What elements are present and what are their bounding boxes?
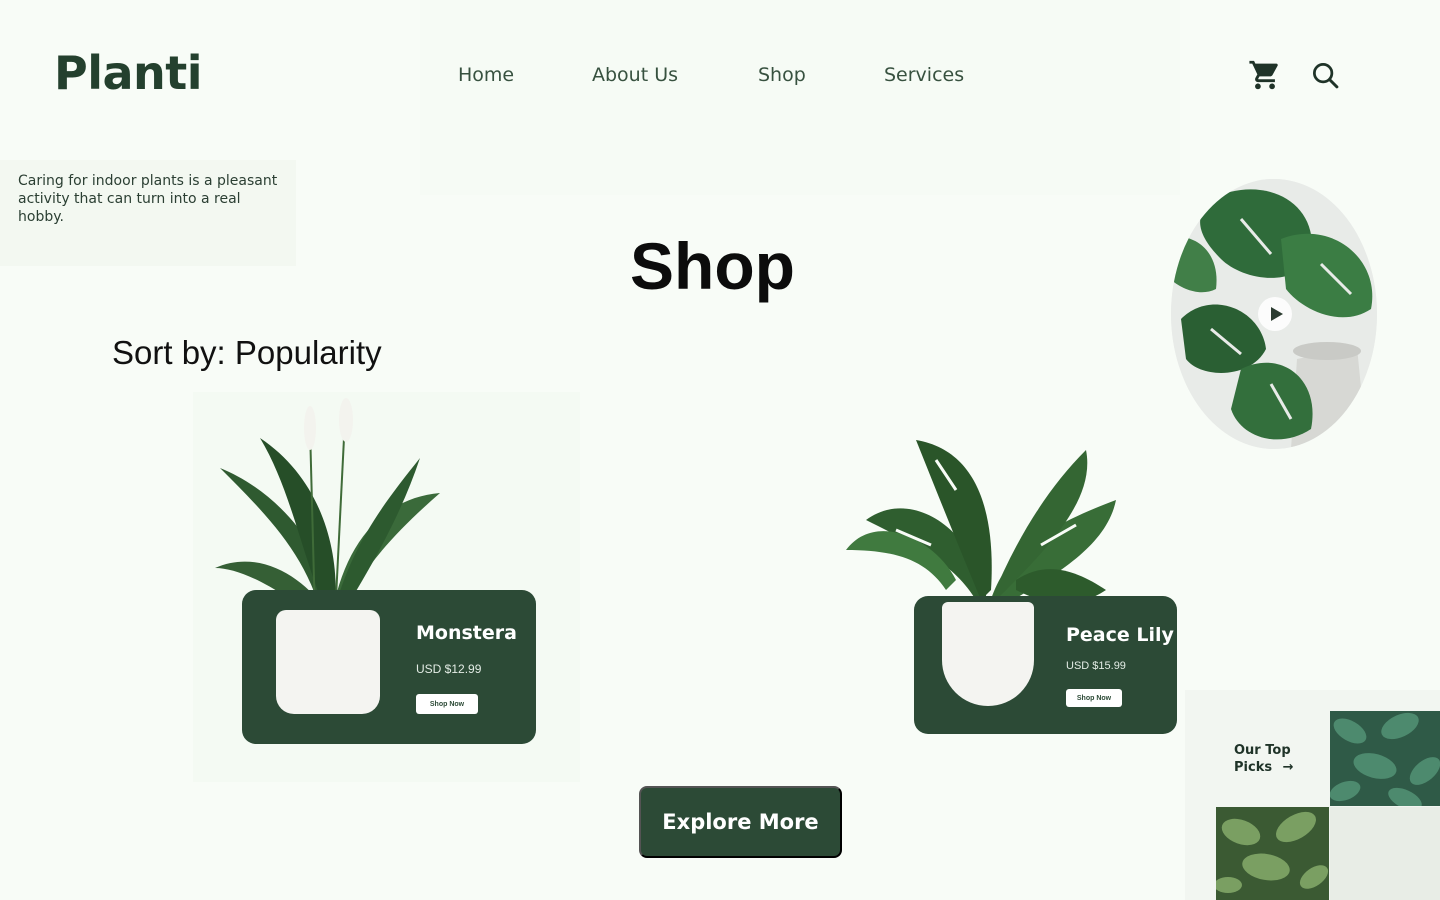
brand-logo[interactable]: Planti [54, 46, 203, 100]
nav-services[interactable]: Services [884, 64, 964, 86]
pot-image [942, 602, 1034, 706]
monstera-plant-image [846, 440, 1116, 620]
play-icon [1271, 307, 1283, 321]
nav-panel [420, 0, 1180, 195]
cart-icon[interactable] [1248, 58, 1282, 92]
nav-home[interactable]: Home [458, 64, 514, 86]
sort-dropdown[interactable]: Sort by: Popularity [112, 334, 382, 372]
pot-image [276, 610, 380, 714]
nav-about-us[interactable]: About Us [592, 64, 678, 86]
play-button[interactable] [1258, 297, 1292, 331]
arrow-right-icon: → [1282, 760, 1294, 775]
nav-shop[interactable]: Shop [758, 64, 806, 86]
leaves-image [1216, 811, 1329, 893]
top-picks-label-line1: Our Top [1234, 743, 1291, 758]
top-picks-label-line2: Picks [1234, 760, 1273, 775]
product-price: USD $12.99 [416, 662, 482, 676]
top-picks-link[interactable]: Our Top Picks → [1234, 742, 1314, 776]
leaves-image [1330, 712, 1440, 806]
card-gap-spacer [842, 392, 844, 394]
top-pick-leaves-light[interactable] [1216, 807, 1329, 900]
shop-now-button[interactable]: Shop Now [416, 694, 478, 714]
product-name: Peace Lily [1066, 624, 1174, 646]
product-name: Monstera [416, 622, 517, 644]
tagline-text: Caring for indoor plants is a pleasant a… [18, 173, 278, 225]
search-icon[interactable] [1310, 60, 1340, 90]
product-price: USD $15.99 [1066, 660, 1126, 672]
top-pick-leaves-dark[interactable] [1330, 711, 1440, 806]
top-pick-placeholder[interactable] [1330, 807, 1440, 900]
shop-now-button[interactable]: Shop Now [1066, 689, 1122, 707]
explore-more-button[interactable]: Explore More [639, 786, 842, 858]
